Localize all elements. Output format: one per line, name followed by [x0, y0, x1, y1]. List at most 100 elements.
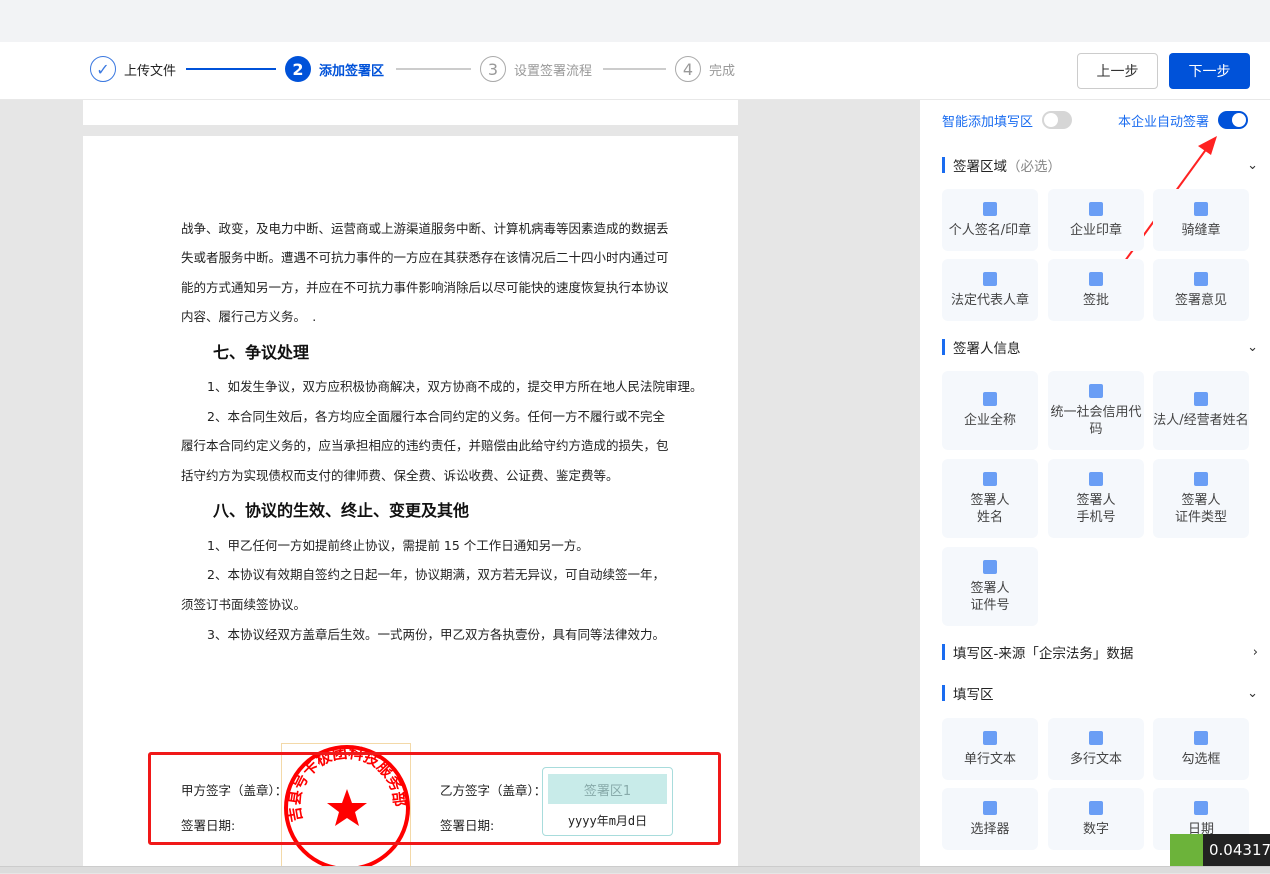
field-card[interactable]: 选择器	[942, 788, 1038, 850]
field-icon	[983, 730, 997, 745]
section-fill-source[interactable]: 填写区-来源「企宗法务」数据 ›	[942, 642, 1262, 662]
field-icon	[1089, 201, 1103, 216]
doc-line: 1、如发生争议，双方应积极协商解决，双方协商不成的，提交甲方所在地人民法院审理。	[207, 379, 703, 394]
step-label: 完成	[709, 63, 736, 79]
field-card[interactable]: 数字	[1048, 788, 1144, 850]
section-title: 填写区-来源「企宗法务」数据	[953, 646, 1134, 662]
section-title: 填写区	[953, 687, 994, 703]
field-icon	[983, 800, 997, 815]
document-page: 战争、政变，及电力中断、运营商或上游渠道服务中断、计算机病毒等因素造成的数据丢 …	[83, 136, 738, 873]
step-upload[interactable]: ✓ 上传文件	[90, 56, 176, 82]
field-card[interactable]: 签署人 证件号	[942, 547, 1038, 626]
wizard-header: ✓ 上传文件 2 添加签署区 3 设置签署流程 4 完成 上一步 下一步	[0, 42, 1270, 100]
step-label: 设置签署流程	[514, 63, 593, 79]
step-connector	[396, 68, 471, 70]
step-label: 上传文件	[124, 63, 177, 79]
field-card[interactable]: 签署人 证件类型	[1153, 459, 1249, 538]
chevron-down-icon: ⌄	[1247, 685, 1258, 701]
section-title: 签署人信息	[953, 341, 1021, 357]
field-card[interactable]: 统一社会信用代码	[1048, 371, 1144, 450]
field-card[interactable]: 法人/经营者姓名	[1153, 371, 1249, 450]
field-label: 签署意见	[1174, 292, 1227, 308]
field-icon	[1194, 271, 1208, 286]
doc-line: 2、本合同生效后，各方均应全面履行本合同约定的义务。任何一方不履行或不完全	[207, 409, 665, 424]
field-card[interactable]: 个人签名/印章	[942, 189, 1038, 251]
step-number: 4	[675, 56, 701, 82]
doc-line: 内容、履行己方义务。 .	[181, 309, 317, 324]
step-add-sign-zone[interactable]: 2 添加签署区	[285, 56, 384, 82]
field-label: 选择器	[970, 821, 1010, 837]
field-label: 签署人 证件号	[970, 580, 1010, 613]
field-icon	[983, 559, 997, 574]
field-card[interactable]: 签署人 姓名	[942, 459, 1038, 538]
field-icon	[1194, 392, 1208, 406]
section-hint: （必选）	[1007, 159, 1061, 175]
field-sidebar: 智能添加填写区 本企业自动签署 签署区域 （必选） ⌄ 签署人信息 ⌄ 填写区-来源「…	[920, 100, 1270, 873]
section-title: 签署区域	[953, 159, 1007, 175]
field-card[interactable]: 单行文本	[942, 718, 1038, 780]
section-signer-info[interactable]: 签署人信息 ⌄	[942, 337, 1262, 357]
step-number: 2	[285, 56, 311, 82]
auto-sign-toggle[interactable]	[1218, 111, 1248, 129]
auto-sign-label: 本企业自动签署	[1118, 115, 1210, 130]
field-label: 勾选框	[1181, 751, 1221, 767]
horizontal-scrollbar[interactable]	[0, 866, 1270, 873]
doc-line: 括守约方为实现债权而支付的律师费、保全费、诉讼收费、公证费、鉴定费等。	[181, 468, 619, 483]
field-icon	[983, 201, 997, 216]
chevron-right-icon: ›	[1252, 644, 1258, 660]
field-icon	[1089, 800, 1103, 815]
field-icon	[1089, 730, 1103, 745]
section-fill-area[interactable]: 填写区 ⌄	[942, 683, 1262, 703]
overlay-readout: 0.043175	[1203, 834, 1270, 866]
field-label: 个人签名/印章	[948, 222, 1032, 238]
step-connector	[186, 68, 276, 70]
step-set-flow[interactable]: 3 设置签署流程	[480, 56, 592, 82]
check-icon: ✓	[90, 56, 116, 82]
field-label: 企业印章	[1069, 222, 1122, 238]
step-number: 3	[480, 56, 506, 82]
doc-line: 能的方式通知另一方，并应在不可抗力事件影响消除后以尽可能快的速度恢复执行本协议	[181, 280, 669, 295]
field-icon	[1194, 730, 1208, 745]
field-card[interactable]: 法定代表人章	[942, 259, 1038, 321]
next-button[interactable]: 下一步	[1169, 53, 1250, 89]
field-icon	[983, 471, 997, 486]
smart-fill-toggle[interactable]	[1042, 111, 1072, 129]
field-label: 法人/经营者姓名	[1153, 413, 1249, 428]
field-label: 签署人 证件类型	[1174, 492, 1227, 525]
field-label: 签批	[1082, 292, 1109, 308]
field-icon	[1089, 271, 1103, 286]
field-label: 签署人 姓名	[970, 492, 1010, 525]
highlight-box	[148, 752, 721, 845]
field-card[interactable]: 骑缝章	[1153, 189, 1249, 251]
prev-button[interactable]: 上一步	[1077, 53, 1158, 89]
field-card[interactable]: 勾选框	[1153, 718, 1249, 780]
chevron-down-icon: ⌄	[1247, 157, 1258, 173]
field-icon	[1089, 383, 1103, 398]
field-label: 数字	[1082, 821, 1109, 837]
step-finish[interactable]: 4 完成	[675, 56, 735, 82]
doc-line: 失或者服务中断。遭遇不可抗力事件的一方应在其获悉存在该情况后二十四小时内通过可	[181, 250, 669, 265]
browser-top-bar	[0, 0, 1270, 42]
section-sign-area[interactable]: 签署区域 （必选） ⌄	[942, 155, 1262, 175]
field-label: 多行文本	[1069, 751, 1122, 767]
field-icon	[983, 271, 997, 286]
app-logo-icon	[1170, 834, 1203, 866]
field-card[interactable]: 企业全称	[942, 371, 1038, 450]
step-connector	[603, 68, 666, 70]
doc-line: 2、本协议有效期自签约之日起一年，协议期满，双方若无异议，可自动续签一年，	[207, 567, 665, 582]
step-label: 添加签署区	[319, 63, 385, 79]
field-label: 企业全称	[963, 413, 1016, 428]
field-card[interactable]: 企业印章	[1048, 189, 1144, 251]
field-label: 统一社会信用代码	[1050, 404, 1142, 437]
chevron-down-icon: ⌄	[1247, 339, 1258, 355]
field-card[interactable]: 签批	[1048, 259, 1144, 321]
field-card[interactable]: 签署人 手机号	[1048, 459, 1144, 538]
field-label: 法定代表人章	[950, 292, 1029, 308]
doc-line: 战争、政变，及电力中断、运营商或上游渠道服务中断、计算机病毒等因素造成的数据丢	[181, 221, 669, 236]
field-label: 骑缝章	[1181, 222, 1221, 238]
section-heading: 七、争议处理	[213, 343, 310, 362]
field-card[interactable]: 签署意见	[1153, 259, 1249, 321]
doc-line: 3、本协议经双方盖章后生效。一式两份，甲乙双方各执壹份，具有同等法律效力。	[207, 627, 665, 642]
field-card[interactable]: 多行文本	[1048, 718, 1144, 780]
field-label: 单行文本	[963, 751, 1016, 767]
